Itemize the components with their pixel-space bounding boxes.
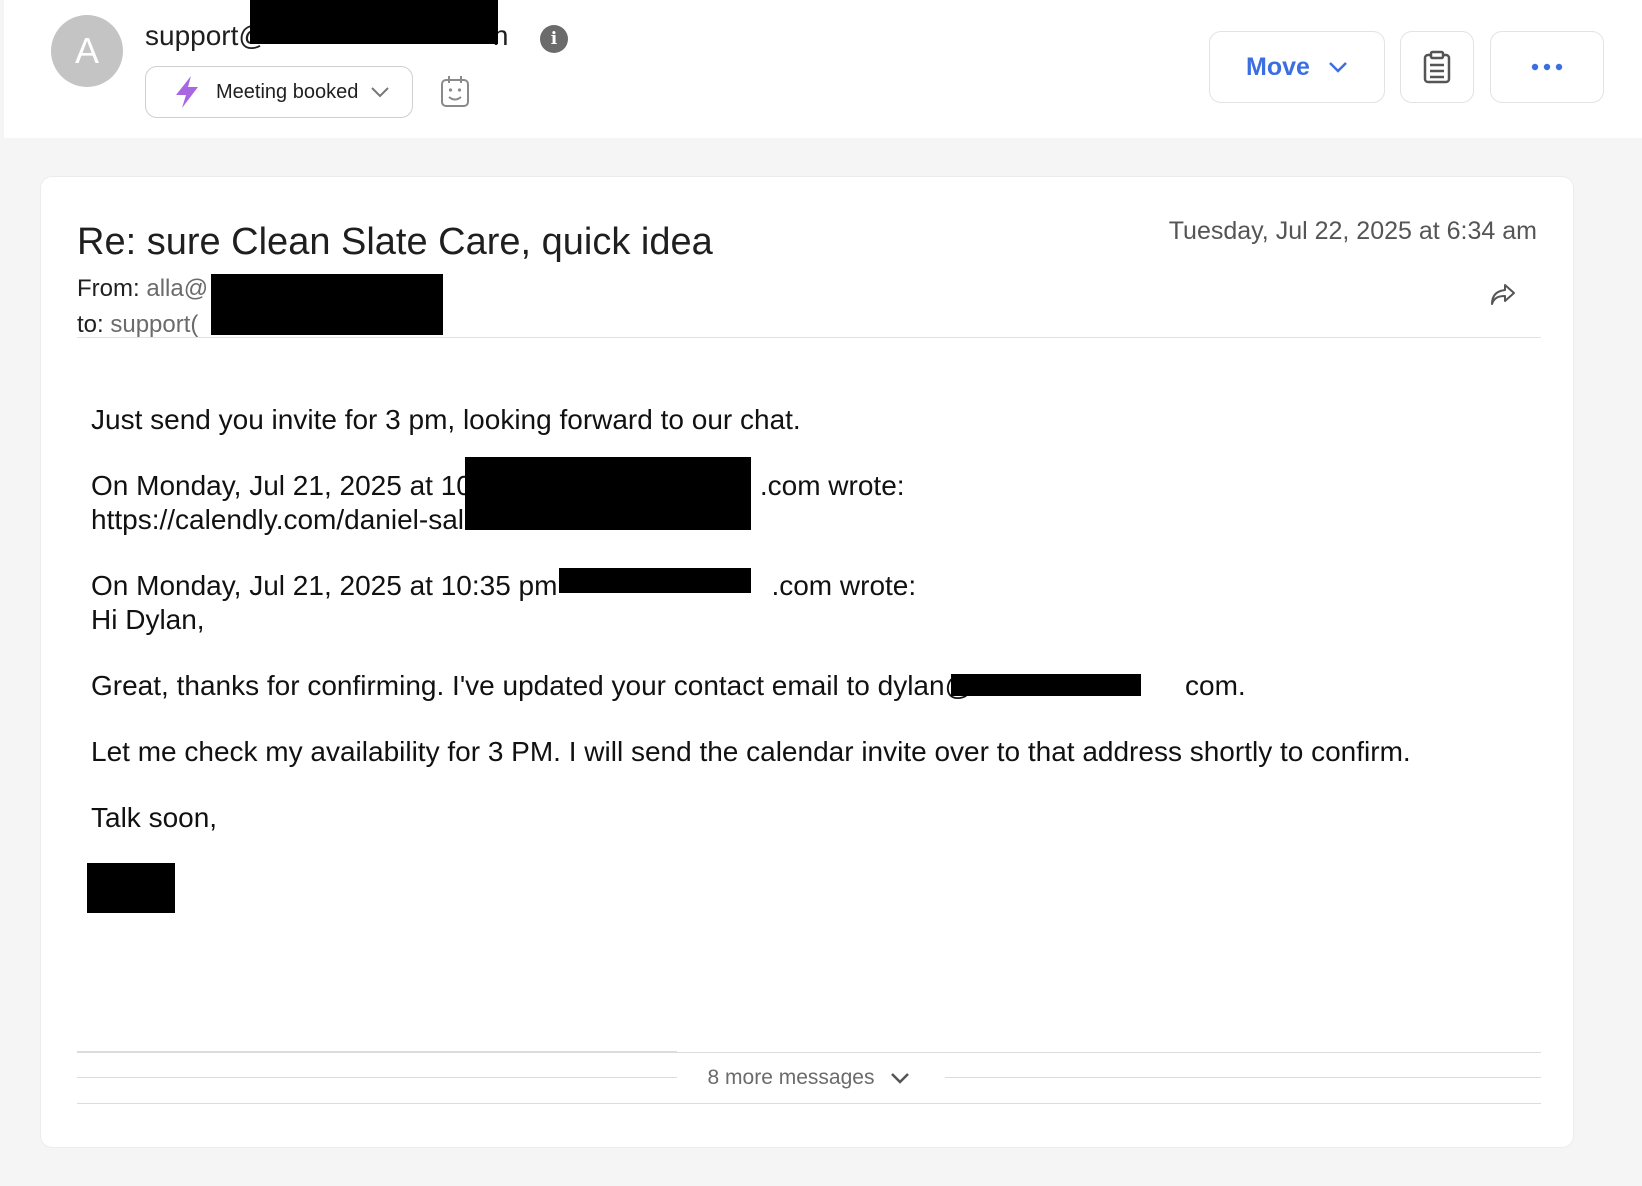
signoff: Talk soon,: [91, 802, 218, 833]
quote1-header-prefix: On Monday, Jul 21, 2025 at 10: [91, 470, 472, 501]
more-messages-toggle[interactable]: 8 more messages: [77, 1051, 1541, 1104]
to-value[interactable]: support(: [110, 311, 198, 338]
avatar-initial: A: [74, 30, 99, 71]
quoted-block-1: On Monday, Jul 21, 2025 at 10 .com wrote:…: [91, 457, 1531, 537]
redaction-block: [559, 568, 751, 593]
redaction-block: [465, 457, 751, 530]
greeting: Hi Dylan,: [91, 604, 205, 635]
info-icon[interactable]: i: [540, 25, 568, 53]
from-value[interactable]: alla@: [146, 275, 208, 302]
body-line: Just send you invite for 3 pm, looking f…: [91, 404, 801, 435]
email-subject: Re: sure Clean Slate Care, quick idea: [77, 221, 713, 263]
move-button[interactable]: Move: [1209, 31, 1385, 103]
body-paragraph: Let me check my availability for 3 PM. I…: [91, 736, 1411, 767]
move-button-label: Move: [1246, 52, 1310, 81]
quote2-header-prefix: On Monday, Jul 21, 2025 at 10:35 pm: [91, 570, 558, 601]
redaction-block: [951, 674, 1141, 696]
header-divider: [77, 337, 1541, 338]
quote1-header-suffix: .com wrote:: [759, 470, 905, 501]
divider-line: [77, 1103, 1541, 1104]
redaction-block: [211, 274, 443, 335]
from-label: From:: [77, 275, 140, 302]
email-date: Tuesday, Jul 22, 2025 at 6:34 am: [1168, 217, 1537, 245]
para1-suffix: com.: [1185, 670, 1246, 701]
sender-avatar: A: [51, 15, 123, 87]
chevron-down-icon: [891, 1073, 910, 1084]
to-label: to:: [77, 311, 104, 338]
meeting-status-label: Meeting booked: [216, 80, 359, 103]
email-body: Just send you invite for 3 pm, looking f…: [91, 403, 1531, 867]
divider-line: [945, 1077, 1541, 1078]
para1-prefix: Great, thanks for confirming. I've updat…: [91, 670, 973, 701]
email-header-bar: A support@ n i Meeting booked Move: [4, 0, 1642, 138]
forward-icon[interactable]: [1489, 282, 1517, 308]
more-options-button[interactable]: [1490, 31, 1604, 103]
divider-line: [77, 1052, 1541, 1053]
email-message-card: Re: sure Clean Slate Care, quick idea Tu…: [40, 176, 1574, 1148]
email-from: From: alla@: [77, 275, 208, 303]
chevron-down-icon: [1329, 62, 1347, 73]
lightning-bolt-icon: [176, 76, 198, 108]
clipboard-icon: [1423, 50, 1451, 84]
body-paragraph: Great, thanks for confirming. I've updat…: [91, 669, 1531, 703]
sender-email-text: support@: [145, 20, 267, 51]
quote1-link[interactable]: https://calendly.com/daniel-sale: [91, 503, 1531, 537]
signature-redaction: [87, 863, 175, 913]
notes-button[interactable]: [1400, 31, 1474, 103]
ellipsis-icon: [1531, 63, 1563, 71]
quote2-header-suffix: .com wrote:: [771, 570, 917, 601]
meeting-status-dropdown[interactable]: Meeting booked: [145, 66, 413, 118]
quoted-block-2: On Monday, Jul 21, 2025 at 10:35 pm .com …: [91, 568, 1531, 637]
redaction-block: [250, 0, 498, 44]
calendar-icon[interactable]: [439, 74, 471, 108]
divider-line: [77, 1077, 677, 1078]
chevron-down-icon: [371, 87, 390, 98]
more-messages-label: 8 more messages: [707, 1066, 875, 1090]
